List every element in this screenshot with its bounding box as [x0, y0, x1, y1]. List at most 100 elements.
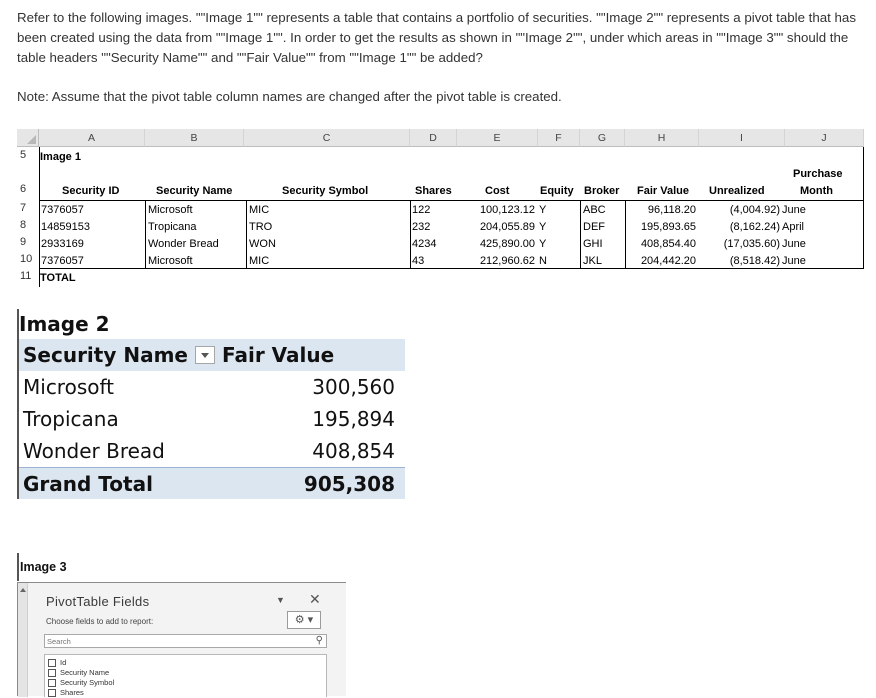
- grand-total-value: 905,308: [303, 472, 395, 496]
- cell-security-name: Tropicana: [148, 221, 197, 233]
- cell-shares: 122: [412, 204, 431, 216]
- pivot-row-label: Wonder Bread: [23, 439, 165, 463]
- table-border: [39, 147, 40, 287]
- cell-purchase-month: April: [782, 221, 805, 233]
- table-border: [246, 200, 247, 269]
- header-security-id: Security ID: [62, 185, 120, 197]
- scroll-up-button[interactable]: [18, 583, 28, 697]
- pivot-row-value: 300,560: [312, 375, 395, 399]
- chevron-down-icon[interactable]: ▼: [276, 595, 285, 605]
- cell-shares: 4234: [412, 238, 437, 250]
- panel-title: PivotTable Fields: [46, 594, 150, 609]
- cell-security-name: Microsoft: [148, 204, 193, 216]
- table-border: [39, 268, 864, 269]
- cell-security-symbol: WON: [249, 238, 276, 250]
- cell-cost: 204,055.89: [479, 221, 535, 233]
- checkbox[interactable]: [48, 659, 56, 668]
- header-equity: Equity: [540, 185, 574, 197]
- cell-security-symbol: MIC: [249, 204, 270, 216]
- field-list: Id Security Name Security Symbol Shares: [44, 654, 327, 698]
- image1-spreadsheet: A B C D E F G H I J 5 6 7 8 9 10 11 Imag…: [17, 129, 864, 289]
- header-broker: Broker: [584, 185, 620, 197]
- cell-purchase-month: June: [782, 238, 806, 250]
- column-header-i: I: [699, 129, 785, 147]
- pivot-row-value: 195,894: [312, 407, 395, 431]
- search-icon: ⚲: [315, 635, 323, 646]
- field-item-security-name[interactable]: Security Name: [48, 668, 109, 678]
- table-border: [863, 147, 864, 269]
- search-box[interactable]: ⚲: [44, 634, 327, 648]
- row-number: 9: [20, 236, 27, 248]
- pivot-row-label-header: Security Name: [23, 343, 188, 367]
- cell-security-id: 14859153: [41, 221, 90, 233]
- field-item-shares[interactable]: Shares: [48, 688, 84, 698]
- row-number: 10: [20, 253, 33, 265]
- grand-total-label: Grand Total: [23, 472, 153, 496]
- table-border: [410, 200, 411, 269]
- pivot-row-label: Tropicana: [23, 407, 119, 431]
- field-label: Security Name: [60, 668, 110, 677]
- cell-shares: 232: [412, 221, 431, 233]
- select-all-corner: [17, 129, 39, 147]
- field-label: Id: [60, 658, 67, 667]
- checkbox[interactable]: [48, 669, 56, 678]
- header-security-symbol: Security Symbol: [282, 185, 369, 197]
- column-header-d: D: [410, 129, 457, 147]
- cell-broker: GHI: [583, 238, 603, 250]
- pivot-row: Microsoft 300,560: [19, 371, 405, 403]
- header-shares: Shares: [415, 185, 452, 197]
- header-unrealized: Unrealized: [709, 185, 765, 197]
- cell-unrealized: (4,004.92): [729, 204, 780, 216]
- column-header-g: G: [580, 129, 625, 147]
- table-border: [145, 200, 146, 269]
- pivot-header-row: Security Name Fair Value: [19, 339, 405, 371]
- cell-purchase-month: June: [782, 204, 806, 216]
- pivot-grand-total-row: Grand Total 905,308: [19, 467, 405, 499]
- row-number: 6: [20, 183, 27, 195]
- gear-icon[interactable]: ⚙ ▾: [287, 611, 321, 629]
- cell-broker: ABC: [583, 204, 606, 216]
- row-number: 5: [20, 149, 27, 161]
- pivot-row: Wonder Bread 408,854: [19, 435, 405, 467]
- image3-title: Image 3: [20, 560, 67, 574]
- field-item-security-symbol[interactable]: Security Symbol: [48, 678, 114, 688]
- header-cost: Cost: [485, 185, 510, 197]
- pivot-row-label: Microsoft: [23, 375, 115, 399]
- header-fair-value: Fair Value: [637, 185, 689, 197]
- header-purchase: Purchase: [793, 168, 843, 180]
- header-month: Month: [800, 185, 833, 197]
- search-input[interactable]: [47, 635, 297, 647]
- column-header-j: J: [785, 129, 864, 147]
- panel-subtitle: Choose fields to add to report:: [46, 617, 154, 626]
- table-border: [625, 200, 626, 269]
- pivot-row: Tropicana 195,894: [19, 403, 405, 435]
- pivottable-fields-panel: PivotTable Fields ▼ ✕ Choose fields to a…: [17, 582, 346, 698]
- column-header-h: H: [625, 129, 699, 147]
- cell-fair-value: 408,854.40: [640, 238, 696, 250]
- checkbox[interactable]: [48, 679, 56, 688]
- close-icon[interactable]: ✕: [309, 591, 321, 608]
- row-number: 11: [20, 270, 32, 282]
- pivot-value-header: Fair Value: [222, 343, 335, 367]
- cell-unrealized: (17,035.60): [723, 238, 780, 250]
- row-number: 8: [20, 219, 27, 231]
- total-label: TOTAL: [40, 272, 76, 284]
- cell-equity: Y: [539, 221, 547, 233]
- question-note: Note: Assume that the pivot table column…: [17, 89, 562, 104]
- column-header-f: F: [538, 129, 580, 147]
- column-header-b: B: [145, 129, 244, 147]
- cell-fair-value: 195,893.65: [640, 221, 696, 233]
- cell-security-symbol: TRO: [249, 221, 273, 233]
- column-header-e: E: [457, 129, 538, 147]
- field-item-id[interactable]: Id: [48, 658, 66, 668]
- cell-cost: 425,890.00: [479, 238, 535, 250]
- divider: [17, 553, 19, 581]
- column-header-a: A: [39, 129, 145, 147]
- table-border: [39, 200, 864, 201]
- cell-security-id: 7376057: [41, 204, 84, 216]
- filter-dropdown-button[interactable]: [195, 346, 215, 364]
- cell-unrealized: (8,162.24): [729, 221, 780, 233]
- cell-security-id: 2933169: [41, 238, 84, 250]
- image1-title: Image 1: [40, 151, 81, 163]
- cell-security-name: Wonder Bread: [148, 238, 219, 250]
